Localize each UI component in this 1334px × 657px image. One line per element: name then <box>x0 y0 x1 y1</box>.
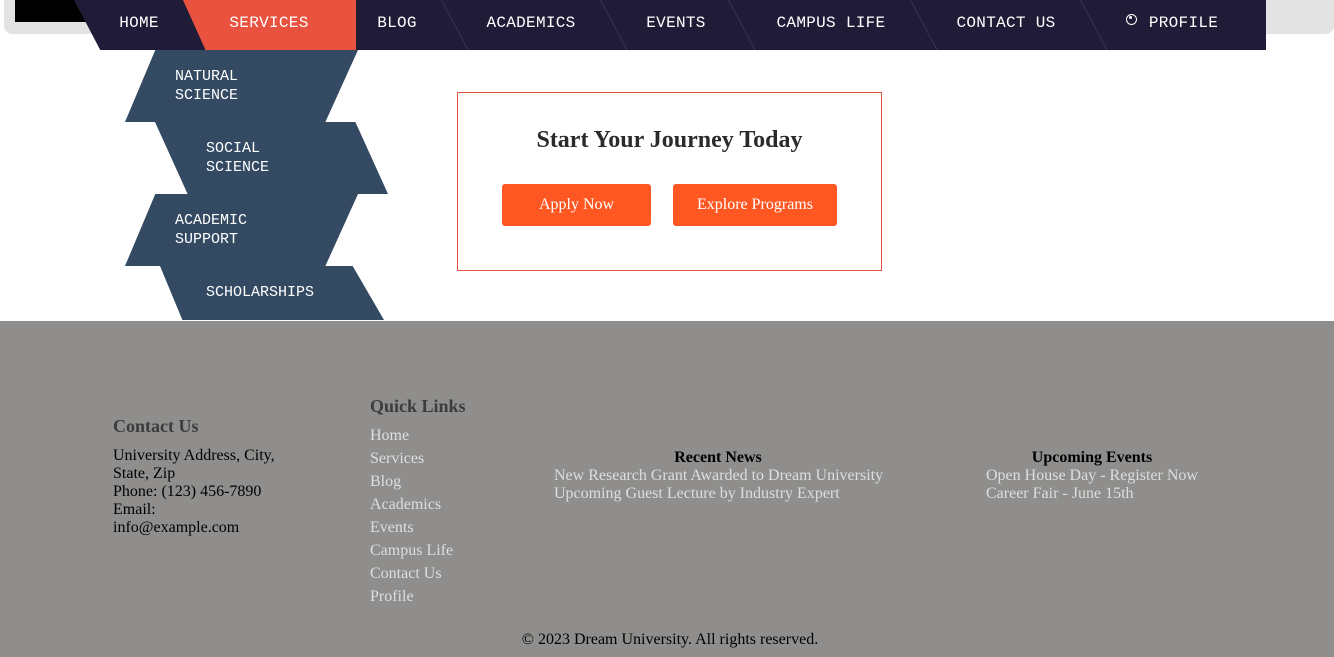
news-item[interactable]: New Research Grant Awarded to Dream Univ… <box>554 467 883 485</box>
dropdown-item-scholarships[interactable]: SCHOLARSHIPS <box>160 266 384 320</box>
nav-blog[interactable]: BLOG <box>362 0 432 50</box>
dropdown-item-natural-science[interactable]: NATURAL SCIENCE <box>125 50 358 122</box>
event-item[interactable]: Open House Day - Register Now <box>986 467 1198 485</box>
nav-services[interactable]: SERVICES <box>213 0 325 50</box>
user-icon <box>1125 14 1137 25</box>
news-item[interactable]: Upcoming Guest Lecture by Industry Exper… <box>554 485 840 503</box>
dropdown-label: NATURAL <box>175 68 239 85</box>
explore-programs-button[interactable]: Explore Programs <box>673 184 837 226</box>
footer-link-academics[interactable]: Academics <box>370 496 441 514</box>
nav-profile-label: PROFILE <box>1148 14 1219 32</box>
dropdown-label: ACADEMIC <box>175 212 248 229</box>
nav-academics[interactable]: ACADEMICS <box>471 0 591 50</box>
footer-email: info@example.com <box>113 519 240 536</box>
dropdown-label: SUPPORT <box>175 231 239 248</box>
dropdown-label: SOCIAL <box>206 140 261 157</box>
nav-profile[interactable]: PROFILE <box>1112 0 1232 50</box>
footer-link-home[interactable]: Home <box>370 427 409 445</box>
footer-link-contact-us[interactable]: Contact Us <box>370 565 442 583</box>
footer-contact-heading: Contact Us <box>113 416 199 436</box>
dropdown-item-academic-support[interactable]: ACADEMIC SUPPORT <box>125 194 358 266</box>
dropdown-label: SCIENCE <box>206 159 270 176</box>
footer-news-heading: Recent News <box>674 449 762 466</box>
cta-title: Start Your Journey Today <box>536 127 803 153</box>
nav-campus-life[interactable]: CAMPUS LIFE <box>760 0 902 50</box>
nav-home[interactable]: HOME <box>104 0 174 50</box>
footer-email-label: Email: <box>113 501 156 518</box>
footer-link-events[interactable]: Events <box>370 519 414 537</box>
nav-events[interactable]: EVENTS <box>630 0 722 50</box>
footer-link-profile[interactable]: Profile <box>370 588 414 606</box>
footer-link-campus-life[interactable]: Campus Life <box>370 542 453 560</box>
footer-link-services[interactable]: Services <box>370 450 424 468</box>
dropdown-label: SCHOLARSHIPS <box>206 284 315 301</box>
footer-events-heading: Upcoming Events <box>1031 449 1153 466</box>
cta-box: Start Your Journey Today Apply Now Explo… <box>457 92 882 271</box>
dropdown-item-social-science[interactable]: SOCIAL SCIENCE <box>155 122 388 194</box>
apply-now-button[interactable]: Apply Now <box>502 184 651 226</box>
footer-quick-links-heading: Quick Links <box>370 396 466 416</box>
footer-link-blog[interactable]: Blog <box>370 473 401 491</box>
footer-address-line1: University Address, City, <box>113 447 275 464</box>
nav-contact-us[interactable]: CONTACT US <box>940 0 1072 50</box>
footer-phone: Phone: (123) 456-7890 <box>113 483 262 500</box>
event-item[interactable]: Career Fair - June 15th <box>986 485 1134 503</box>
dropdown-label: SCIENCE <box>175 87 239 104</box>
footer-copyright: © 2023 Dream University. All rights rese… <box>521 631 819 648</box>
footer: Contact Us University Address, City, Sta… <box>0 321 1334 657</box>
footer-address-line2: State, Zip <box>113 465 176 482</box>
